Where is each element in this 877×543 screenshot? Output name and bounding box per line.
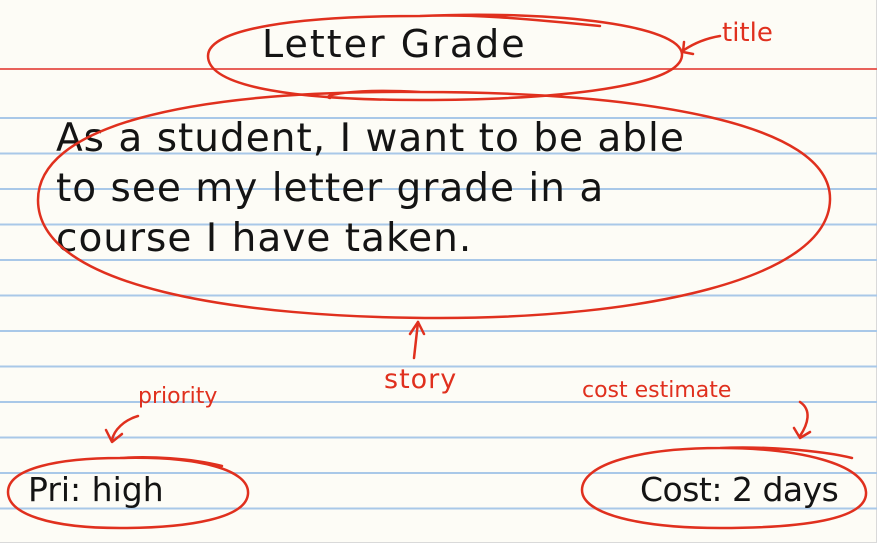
story-line: As a student, I want to be able [56,116,685,161]
annotation-cost: cost estimate [582,378,732,403]
story-line: to see my letter grade in a [56,166,605,211]
story-text: As a student, I want to be able to see m… [56,114,846,264]
cost-value: Cost: 2 days [640,470,839,509]
card-title: Letter Grade [262,22,527,66]
ruled-lines [0,68,877,510]
annotation-priority: priority [138,384,218,409]
annotation-title: title [722,18,773,48]
priority-value: Pri: high [28,470,164,509]
story-line: course I have taken. [56,216,473,261]
annotation-story: story [384,364,458,395]
index-card: Letter Grade As a student, I want to be … [0,0,877,543]
